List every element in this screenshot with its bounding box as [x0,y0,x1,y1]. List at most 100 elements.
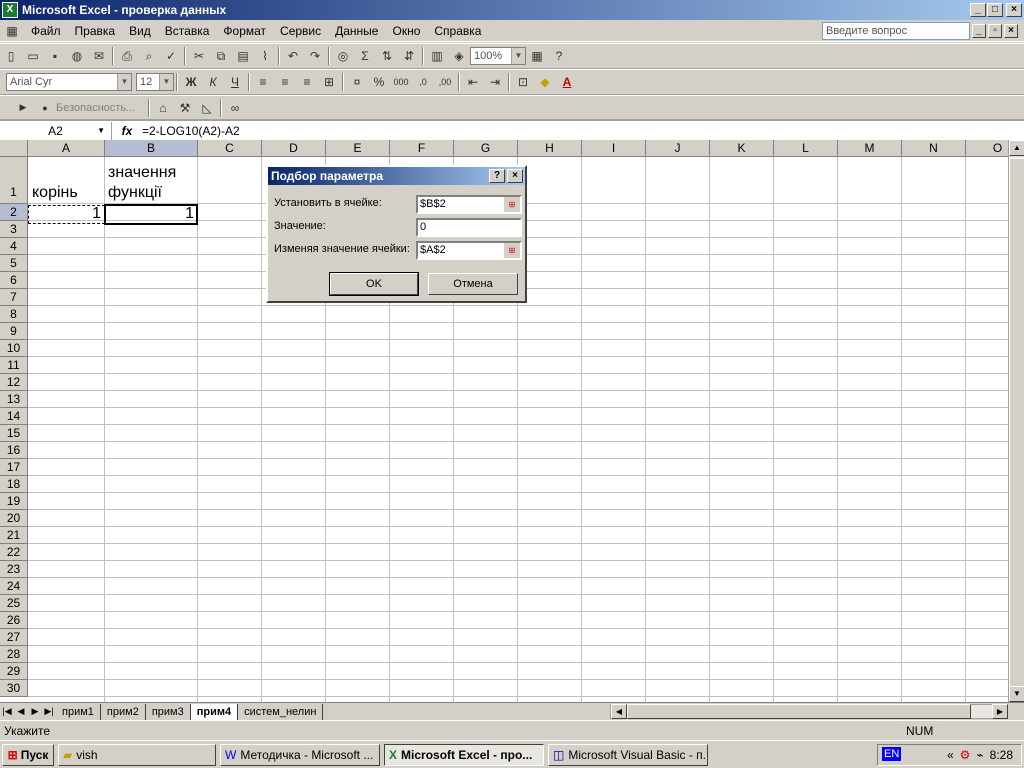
increase-indent-icon[interactable]: ⇥ [484,71,506,93]
hyperlink-icon[interactable]: ◎ [332,45,354,67]
undo-icon[interactable]: ↶ [282,45,304,67]
select-all-corner[interactable] [0,140,28,157]
column-header[interactable]: E [326,140,390,157]
row-header[interactable]: 27 [0,629,28,646]
cancel-button[interactable]: Отмена [428,273,518,295]
horizontal-scrollbar[interactable]: ◀ ▶ [610,704,1008,719]
copy-icon[interactable]: ⧉ [210,45,232,67]
redo-icon[interactable]: ↷ [304,45,326,67]
row-header[interactable]: 24 [0,578,28,595]
new-icon[interactable]: ▯ [0,45,22,67]
doc-minimize-button[interactable]: _ [972,24,986,38]
sort-desc-icon[interactable]: ⇵ [398,45,420,67]
italic-button[interactable]: К [202,71,224,93]
doc-close-button[interactable]: × [1004,24,1018,38]
vertical-scrollbar[interactable]: ▲ ▼ [1008,140,1024,702]
increase-decimal-icon[interactable]: ,0 [412,71,434,93]
layout-icon[interactable]: ▦ [526,45,548,67]
tools-icon[interactable]: ⚒ [174,97,196,119]
ok-button[interactable]: OK [329,272,419,296]
fill-color-icon[interactable]: ◆ [534,71,556,93]
print-preview-icon[interactable]: ⌕ [138,45,160,67]
taskbar-vish[interactable]: ▰ vish [58,743,216,766]
row-header[interactable]: 2 [0,204,28,221]
menu-file[interactable]: Файл [24,24,68,38]
column-header[interactable]: K [710,140,774,157]
scroll-right-icon[interactable]: ▶ [992,704,1008,719]
value-input[interactable]: 0 [416,218,522,237]
control-toolbox-icon[interactable]: ⌂ [152,97,174,119]
bullet-icon[interactable]: ● [34,97,56,119]
column-header[interactable]: M [838,140,902,157]
column-header[interactable]: N [902,140,966,157]
row-header[interactable]: 6 [0,272,28,289]
column-header[interactable]: A [28,140,105,157]
design-mode-icon[interactable]: ◺ [196,97,218,119]
row-header[interactable]: 12 [0,374,28,391]
permission-icon[interactable]: ◍ [66,45,88,67]
paste-icon[interactable]: ▤ [232,45,254,67]
menu-view[interactable]: Вид [122,24,158,38]
menu-insert[interactable]: Вставка [158,24,217,38]
font-size-select[interactable]: 12 ▼ [136,73,174,91]
sheet-tab-system[interactable]: систем_нелин [238,703,324,720]
print-icon[interactable]: ⎙ [116,45,138,67]
column-header[interactable]: I [582,140,646,157]
save-icon[interactable]: ▪ [44,45,66,67]
sheet-tab-prim1[interactable]: прим1 [56,703,101,720]
taskbar-word[interactable]: W Методичка - Microsoft ... [220,743,380,766]
email-icon[interactable]: ✉ [88,45,110,67]
changing-cell-ref-icon[interactable]: ⊞ [504,243,520,258]
sheet-tab-prim2[interactable]: прим2 [101,703,146,720]
scroll-left-icon[interactable]: ◀ [611,704,627,719]
hscroll-thumb[interactable] [627,704,971,719]
row-header[interactable]: 16 [0,442,28,459]
dialog-help-button[interactable]: ? [489,169,505,183]
row-header[interactable]: 4 [0,238,28,255]
row-header[interactable]: 28 [0,646,28,663]
first-sheet-icon[interactable]: |◀ [0,706,14,717]
network-icon[interactable]: ⌁ [976,748,983,762]
formula-input[interactable]: =2-LOG10(A2)-A2 [142,124,240,138]
row-header[interactable]: 11 [0,357,28,374]
spelling-icon[interactable]: ✓ [160,45,182,67]
row-header[interactable]: 26 [0,612,28,629]
cell-a2[interactable]: 1 [28,205,101,223]
taskbar-vba[interactable]: ◫ Microsoft Visual Basic - п... [548,743,708,766]
row-header[interactable]: 21 [0,527,28,544]
cell-b1-line1[interactable]: значення [108,164,176,182]
chart-icon[interactable]: ▥ [426,45,448,67]
zoom-select[interactable]: 100% ▼ [470,47,526,65]
column-header[interactable]: F [390,140,454,157]
row-header[interactable]: 7 [0,289,28,306]
scroll-thumb[interactable] [1009,158,1024,688]
menu-format[interactable]: Формат [216,24,273,38]
cell-a1[interactable]: корінь [32,184,78,202]
cell-b1-line2[interactable]: функції [108,184,162,202]
column-header[interactable]: H [518,140,582,157]
close-button[interactable]: × [1006,3,1022,17]
start-button[interactable]: ⊞ Пуск [2,743,54,766]
doc-restore-button[interactable]: ▫ [988,24,1002,38]
set-cell-ref-icon[interactable]: ⊞ [504,197,520,212]
align-center-icon[interactable]: ≡ [274,71,296,93]
minimize-button[interactable]: _ [970,3,986,17]
taskbar-excel[interactable]: X Microsoft Excel - про... [384,743,544,766]
sort-asc-icon[interactable]: ⇅ [376,45,398,67]
row-header[interactable]: 23 [0,561,28,578]
open-icon[interactable]: ▭ [22,45,44,67]
last-sheet-icon[interactable]: ▶| [42,706,56,717]
clock[interactable]: 8:28 [990,748,1013,762]
chevron-right-icon[interactable]: ▶ [12,97,34,119]
scroll-down-icon[interactable]: ▼ [1009,686,1024,702]
row-header[interactable]: 20 [0,510,28,527]
row-header[interactable]: 10 [0,340,28,357]
ask-question-input[interactable]: Введите вопрос [822,22,970,40]
row-header[interactable]: 29 [0,663,28,680]
align-left-icon[interactable]: ≡ [252,71,274,93]
font-select[interactable]: Arial Cyr ▼ [6,73,132,91]
cell-b2[interactable]: 1 [104,205,194,223]
row-header[interactable]: 15 [0,425,28,442]
row-header[interactable]: 19 [0,493,28,510]
name-box[interactable]: A2 ▼ [0,121,112,140]
